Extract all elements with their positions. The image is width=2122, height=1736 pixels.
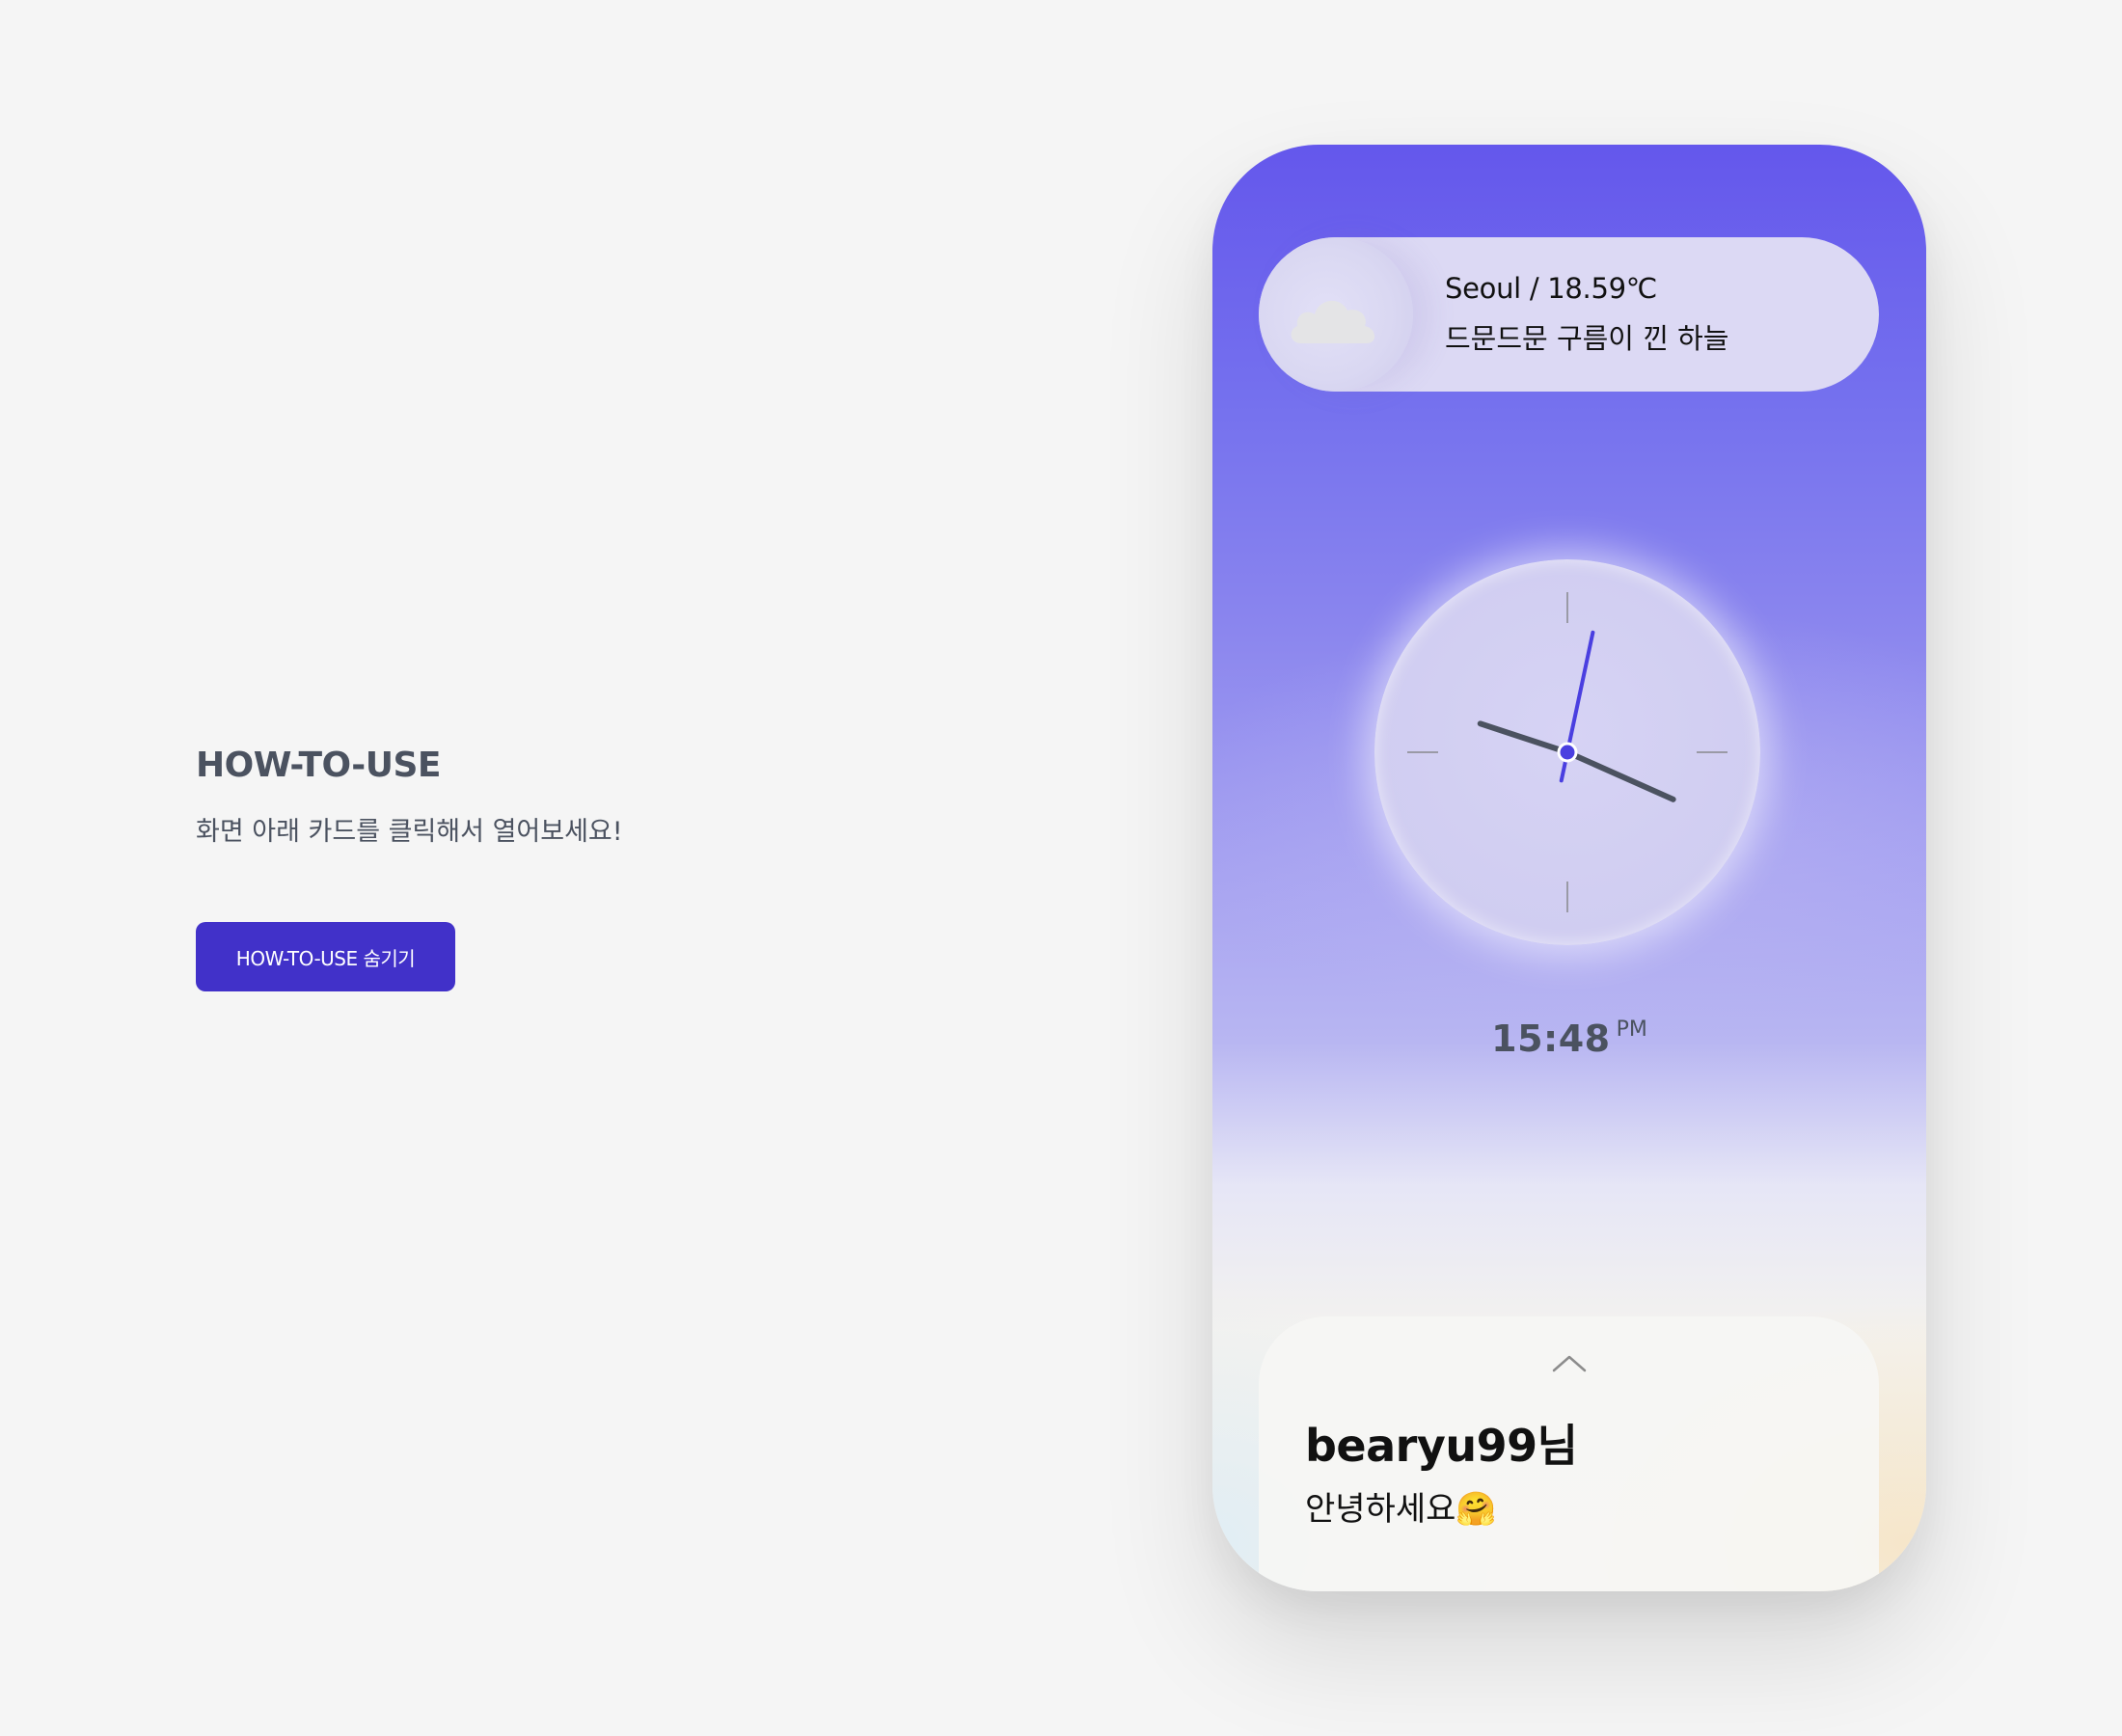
user-card[interactable]: bearyu99님 안녕하세요🤗 xyxy=(1259,1316,1879,1591)
hide-how-to-use-button[interactable]: HOW-TO-USE 숨기기 xyxy=(196,922,455,991)
clock-center-pin xyxy=(1557,742,1578,763)
weather-widget: Seoul / 18.59℃ 드문드문 구름이 낀 하늘 xyxy=(1259,237,1879,392)
chevron-up-icon[interactable] xyxy=(1550,1353,1589,1374)
how-to-use-description: 화면 아래 카드를 클릭해서 열어보세요! xyxy=(196,817,623,847)
weather-location-temperature: Seoul / 18.59℃ xyxy=(1445,272,1658,305)
analog-clock xyxy=(1374,559,1760,945)
weather-icon-container xyxy=(1259,237,1413,392)
how-to-use-panel: HOW-TO-USE 화면 아래 카드를 클릭해서 열어보세요! HOW-TO-… xyxy=(196,746,871,991)
hour-hand xyxy=(1564,749,1676,802)
time-ampm: PM xyxy=(1616,1017,1647,1042)
phone-screen: Seoul / 18.59℃ 드문드문 구름이 낀 하늘 15:48 PM bea… xyxy=(1212,145,1926,1591)
time-value: 15:48 xyxy=(1491,1017,1611,1060)
digital-time: 15:48 PM xyxy=(1212,1017,1926,1060)
minute-hand xyxy=(1477,720,1570,755)
user-name: bearyu99님 xyxy=(1305,1420,1578,1472)
greeting-text: 안녕하세요🤗 xyxy=(1305,1490,1497,1529)
weather-condition: 드문드문 구름이 낀 하늘 xyxy=(1445,322,1729,355)
cloud-icon xyxy=(1291,300,1375,343)
how-to-use-title: HOW-TO-USE xyxy=(196,746,442,785)
